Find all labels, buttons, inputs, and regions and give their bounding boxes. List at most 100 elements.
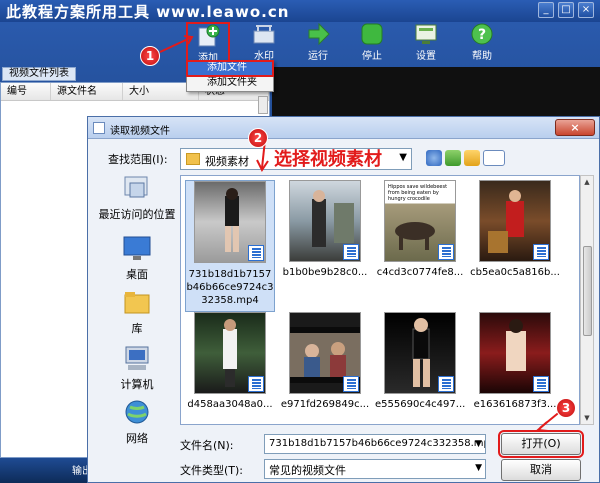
maximize-button[interactable]: □ <box>558 2 574 18</box>
new-folder-icon[interactable] <box>464 150 480 166</box>
open-button[interactable]: 打开(O) <box>498 430 584 458</box>
file-tile[interactable]: b1b0be9b28c0... <box>280 180 370 278</box>
stop-icon <box>360 22 384 46</box>
library-icon <box>122 289 152 317</box>
file-tile[interactable]: d458aa3048a0... <box>185 312 275 410</box>
chevron-down-icon: ▼ <box>399 152 407 163</box>
video-file-icon <box>248 245 264 261</box>
file-view-scrollbar[interactable]: ▲ ▼ <box>580 175 594 425</box>
video-file-icon <box>343 244 359 260</box>
filetype-label: 文件类型(T): <box>180 464 244 477</box>
places-bar: 最近访问的位置 桌面 库 计算机 网络 <box>93 175 181 475</box>
file-name: d458aa3048a0... <box>187 399 273 410</box>
toolbar: 添加 水印 运行 停止 设置 ? 帮助 <box>0 22 600 64</box>
video-file-icon <box>343 376 359 392</box>
video-thumbnail <box>194 312 266 394</box>
chevron-down-icon[interactable]: ▼ <box>472 435 485 453</box>
video-file-icon <box>438 244 454 260</box>
step-badge-3: 3 <box>556 398 576 418</box>
toolbar-help-button[interactable]: ? 帮助 <box>460 22 504 62</box>
open-file-dialog: 读取视频文件 × 查找范围(I): 视频素材 ▼ 最近访问的位置 桌面 库 计算… <box>87 116 600 483</box>
file-tile[interactable]: 731b18d1b7157b46b66ce9724c332358.mp4 <box>185 180 275 312</box>
file-tile[interactable]: e971fd269849c... <box>280 312 370 410</box>
app-title: 此教程方案所用工具 www.leawo.cn <box>6 3 290 21</box>
file-tile[interactable]: e555690c4c497... <box>375 312 465 410</box>
file-name: e163616873f3... <box>473 399 557 410</box>
add-file-icon <box>196 24 220 48</box>
watermark-icon <box>252 22 276 46</box>
menu-item-add-file[interactable]: 添加文件 <box>186 60 274 77</box>
video-file-icon <box>533 376 549 392</box>
chevron-down-icon: ▼ <box>475 463 482 473</box>
settings-icon <box>414 22 438 46</box>
toolbar-stop-button[interactable]: 停止 <box>350 22 394 62</box>
desktop-icon <box>122 235 152 263</box>
file-name: cb5ea0c5a816b... <box>470 267 560 278</box>
cancel-button[interactable]: 取消 <box>501 459 581 481</box>
col-source-name[interactable]: 源文件名 <box>51 83 123 100</box>
scroll-up-icon[interactable]: ▲ <box>581 176 593 188</box>
computer-icon <box>122 345 152 373</box>
window-buttons: _ □ × <box>538 2 594 18</box>
title-bar: 此教程方案所用工具 www.leawo.cn _ □ × <box>0 0 600 22</box>
video-thumbnail <box>289 180 361 262</box>
filename-label: 文件名(N): <box>180 439 234 452</box>
video-thumbnail: Hippos save wildebeest from being eaten … <box>384 180 456 262</box>
place-recent[interactable]: 最近访问的位置 <box>93 175 181 222</box>
place-library[interactable]: 库 <box>93 289 181 336</box>
svg-text:?: ? <box>478 27 486 43</box>
instruction-note: 选择视频素材 <box>274 149 382 170</box>
folder-icon <box>186 153 200 165</box>
toolbar-settings-button[interactable]: 设置 <box>404 22 448 62</box>
help-icon: ? <box>470 22 494 46</box>
file-tile[interactable]: cb5ea0c5a816b... <box>470 180 560 278</box>
toolbar-run-button[interactable]: 运行 <box>296 22 340 62</box>
dialog-icon <box>93 122 105 134</box>
file-tile[interactable]: e163616873f3... <box>470 312 560 410</box>
recent-places-icon <box>122 175 152 203</box>
scroll-down-icon[interactable]: ▼ <box>581 412 593 424</box>
minimize-button[interactable]: _ <box>538 2 554 18</box>
file-name: b1b0be9b28c0... <box>282 267 368 278</box>
toolbar-watermark-button[interactable]: 水印 <box>242 22 286 62</box>
menu-item-add-folder[interactable]: 添加文件夹 <box>187 76 273 91</box>
place-computer[interactable]: 计算机 <box>93 345 181 392</box>
close-button[interactable]: × <box>578 2 594 18</box>
dialog-title: 读取视频文件 <box>110 126 170 137</box>
list-scrollbar[interactable] <box>258 96 268 114</box>
view-menu-icon[interactable] <box>483 150 505 166</box>
file-name: 731b18d1b7157b46b66ce9724c332358.mp4 <box>186 269 274 306</box>
network-icon <box>122 399 152 427</box>
filetype-select[interactable]: 常见的视频文件 ▼ <box>264 459 486 479</box>
video-thumbnail <box>194 181 266 263</box>
video-thumbnail <box>479 180 551 262</box>
video-thumbnail <box>384 312 456 394</box>
dialog-close-button[interactable]: × <box>555 119 595 136</box>
dialog-title-bar: 读取视频文件 × <box>88 117 599 139</box>
video-file-icon <box>438 376 454 392</box>
toolbar-add-button[interactable]: 添加 <box>186 22 230 64</box>
add-dropdown-menu: 添加文件 添加文件夹 <box>186 60 274 92</box>
file-list-tab[interactable]: 视频文件列表 <box>2 67 76 81</box>
filename-input[interactable]: 731b18d1b7157b46b66ce9724c332358.mp4 <box>264 434 486 454</box>
video-file-icon <box>533 244 549 260</box>
video-thumbnail <box>479 312 551 394</box>
col-number[interactable]: 编号 <box>1 83 51 100</box>
video-file-icon <box>248 376 264 392</box>
file-name: c4cd3c0774fe8... <box>376 267 464 278</box>
lookin-label: 查找范围(I): <box>108 153 168 166</box>
place-network[interactable]: 网络 <box>93 399 181 446</box>
run-icon <box>306 22 330 46</box>
filetype-value: 常见的视频文件 <box>269 464 346 477</box>
step-badge-2: 2 <box>248 128 268 148</box>
file-name: e971fd269849c... <box>280 399 370 410</box>
scroll-thumb[interactable] <box>583 246 592 336</box>
file-view: 731b18d1b7157b46b66ce9724c332358.mp4 b1b… <box>180 175 580 425</box>
back-icon[interactable] <box>426 150 442 166</box>
video-thumbnail <box>289 312 361 394</box>
file-tile[interactable]: Hippos save wildebeest from being eaten … <box>375 180 465 278</box>
up-folder-icon[interactable] <box>445 150 461 166</box>
place-desktop[interactable]: 桌面 <box>93 235 181 282</box>
lookin-value: 视频素材 <box>205 155 249 168</box>
step-badge-1: 1 <box>140 46 160 66</box>
